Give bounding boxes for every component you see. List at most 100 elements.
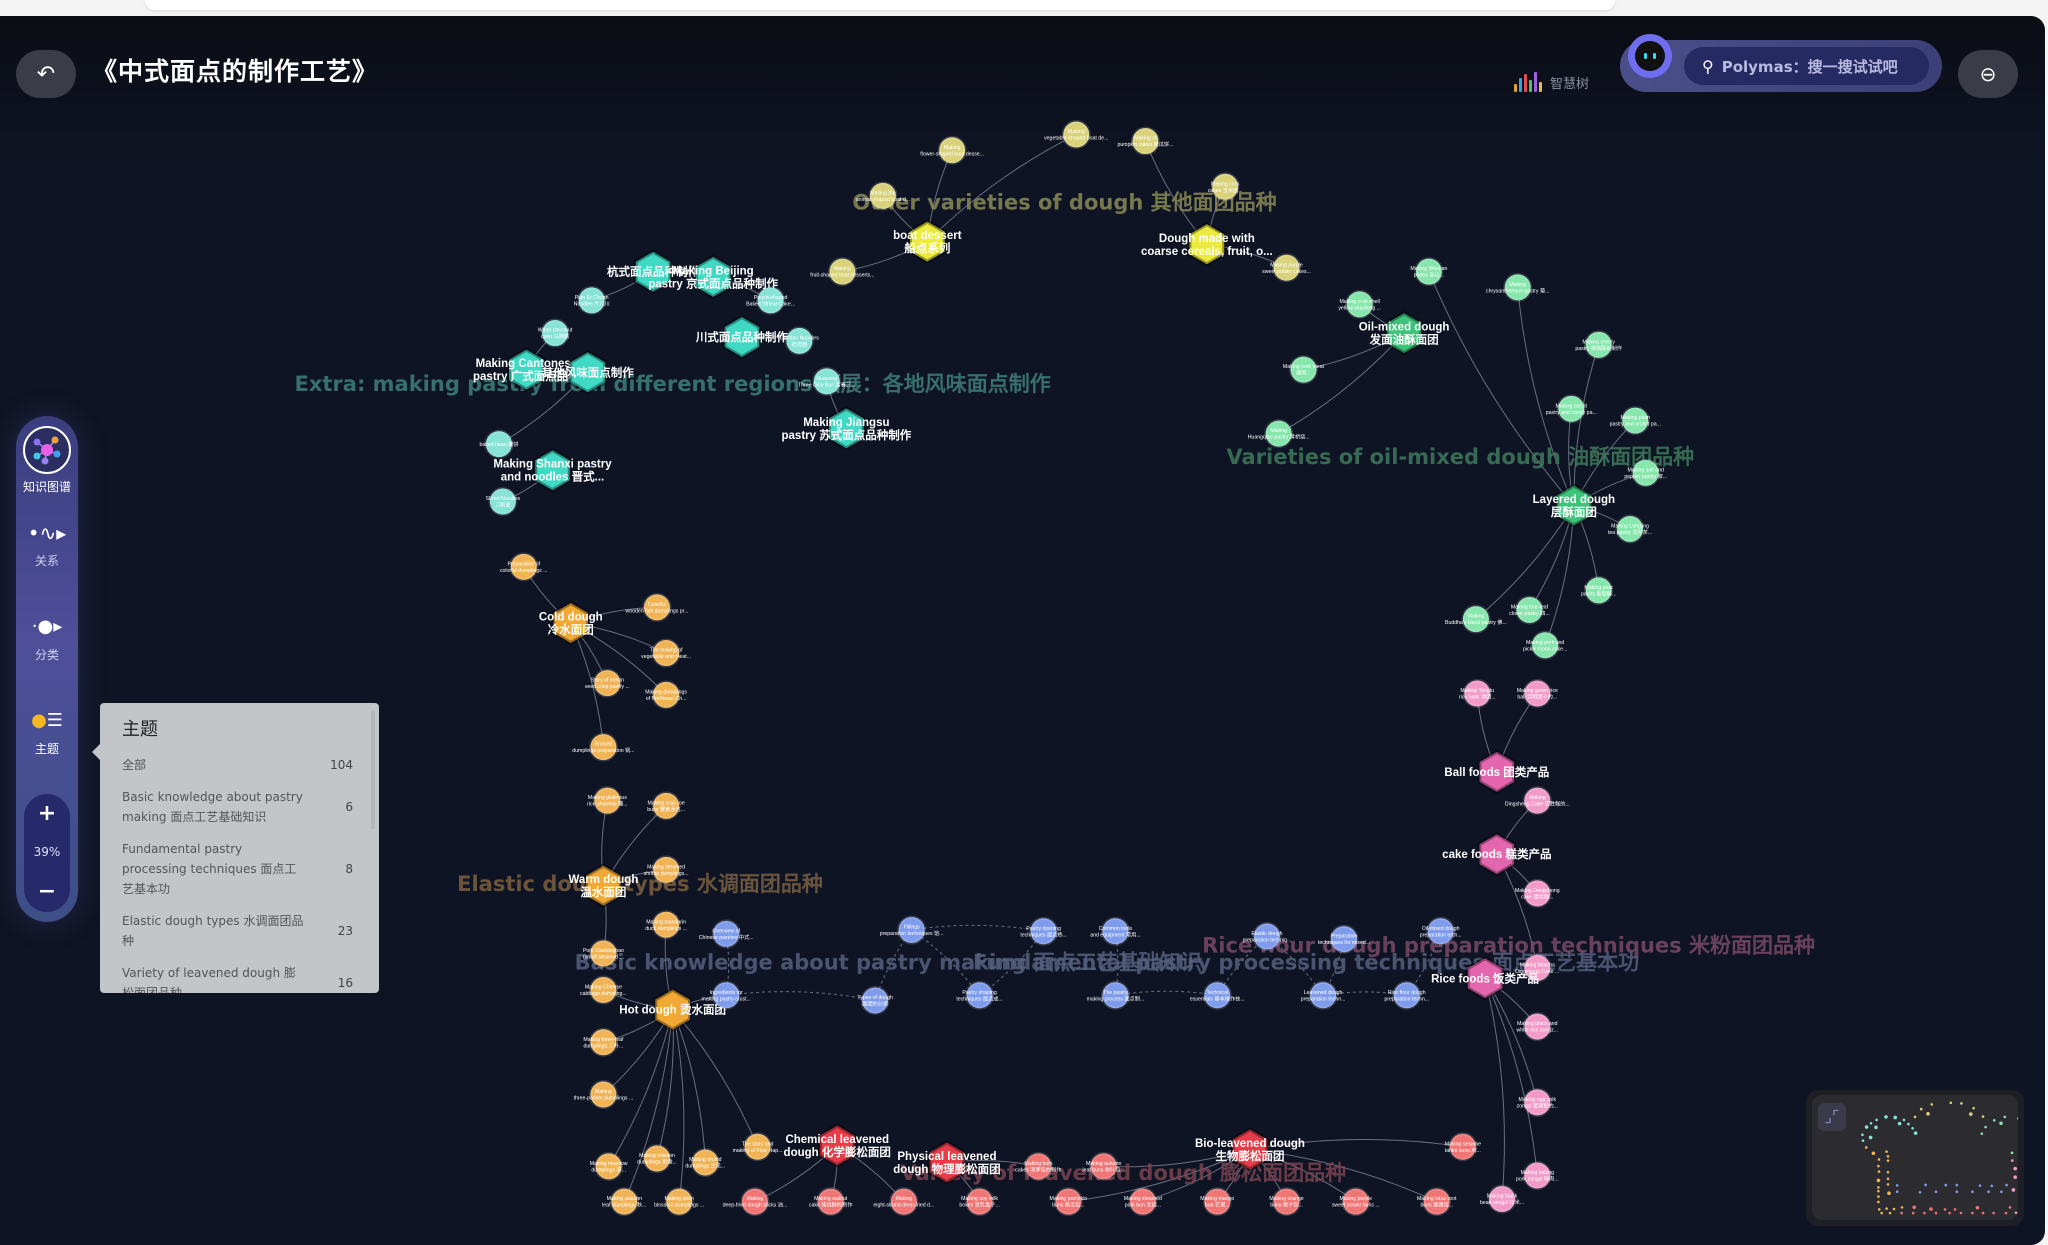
leaf-node[interactable]: Making green rice ball 清明团子的...	[1517, 679, 1558, 709]
exit-button[interactable]: ⊖	[1958, 50, 2018, 98]
topic-item[interactable]: Basic knowledge about pastry making 面点工艺…	[100, 781, 379, 833]
leaf-node[interactable]: Making crab shell yellow shaobing ...	[1338, 289, 1381, 319]
leaf-node[interactable]: Making sesame tahini buns 麻...	[1445, 1132, 1481, 1162]
leaf-node[interactable]: baked naan 馕饼	[479, 429, 518, 459]
leaf-node[interactable]: Braised dumplings preparation 锅...	[572, 732, 635, 762]
leaf-node[interactable]: Making Wushan pastry 巫山...	[1410, 257, 1448, 287]
leaf-node[interactable]: Types of dough 面团的分类	[857, 985, 893, 1015]
leaf-node[interactable]: Leavened dough preparation techn...	[1301, 980, 1346, 1010]
leaf-node[interactable]: Making Buddha's Hand pastry 佛...	[1445, 604, 1507, 634]
leaf-node[interactable]: Making three-pocket dumplings ...	[574, 1080, 634, 1110]
leaf-node[interactable]: Overview of Chinese pastries 中式...	[699, 919, 754, 949]
topic-item-all[interactable]: 全部 104	[100, 749, 379, 781]
leaf-node[interactable]: Making glutinous rice shaomai 糯...	[587, 786, 628, 816]
hub-node[interactable]: Chemical leavened dough 化学膨松面团	[784, 1123, 891, 1168]
leaf-node[interactable]: Making plum blossom dumplings ...	[654, 1187, 704, 1217]
leaf-node[interactable]: Making dumplings of Northeast Ch...	[645, 680, 687, 710]
search-input[interactable]: ⚲ Polymas：搜一搜试试吧	[1684, 47, 1929, 85]
leaf-node[interactable]: Making purple sweet potato buns ...	[1332, 1187, 1380, 1217]
leaf-node[interactable]: Making pork and pickle moon cake...	[1523, 630, 1567, 660]
leaf-node[interactable]: Preparation of colorful dumplings ...	[500, 552, 548, 582]
leaf-node[interactable]: Making pork meat 猪肉...	[1283, 355, 1325, 385]
leaf-node[interactable]: Fillings preparation techniques 馅...	[880, 915, 944, 945]
leaf-node[interactable]: Colorful wooden fish dumplings pr...	[626, 592, 689, 622]
leaf-node[interactable]: Making soy milk boxes 豆乳盒子...	[959, 1187, 1000, 1217]
zoom-in-button[interactable]: +	[24, 794, 70, 833]
hub-node[interactable]: Making Jiangsu pastry 苏式面点品种制作	[782, 406, 912, 451]
hub-node[interactable]: Dough made with coarse cereals, fruit, o.…	[1141, 221, 1273, 267]
leaf-node[interactable]: Making of pumpkin cakes 南瓜饼...	[1118, 126, 1174, 156]
minimap-node	[2013, 1166, 2017, 1171]
leaf-node[interactable]: Pastry ripening techniques 面点熟...	[1020, 916, 1067, 946]
leaf-node[interactable]: Making plum pastry and orchid pa...	[1610, 406, 1661, 436]
leaf-node[interactable]: Technical essentials 基本操作技...	[1190, 980, 1245, 1010]
leaf-node[interactable]: Making steamed pork bun 叉烧...	[1124, 1187, 1162, 1217]
topic-item[interactable]: Elastic dough types 水调面团品种 23	[100, 905, 379, 957]
leaf-node[interactable]: The story and making of Four Hap...	[733, 1132, 783, 1162]
leaf-node[interactable]: Making three-leaf dumplings 三叶...	[583, 1027, 624, 1057]
minimap[interactable]: ⌟⌜	[1806, 1090, 2024, 1226]
topic-item[interactable]: Variety of leavened dough 膨松面团品种 16	[100, 957, 379, 993]
leaf-node[interactable]: Making Chinese cabbage dumpling...	[580, 975, 627, 1005]
back-button[interactable]: ↶	[16, 50, 76, 98]
knowledge-graph-canvas[interactable]: Other varieties of dough 其他面团品种Extra: ma…	[0, 16, 2045, 1245]
leaf-node[interactable]: Making chrysanthemum pastry 菊...	[1486, 272, 1549, 302]
topic-count: 104	[330, 758, 353, 772]
leaf-node[interactable]: Making lotus root buns 莲藕包...	[1417, 1187, 1457, 1217]
robot-assistant-icon[interactable]	[1628, 34, 1672, 78]
leaf-node[interactable]: Making mandarin duck dumplings ...	[645, 910, 687, 940]
panel-scrollbar[interactable]	[371, 711, 375, 829]
leaf-node[interactable]: Making vegetable-shaped boat de...	[1044, 120, 1108, 150]
hub-node[interactable]: Layered dough 层酥面团	[1533, 483, 1615, 528]
leaf-node[interactable]: Making cherry pastry 樱桃酥的制作	[1575, 330, 1622, 360]
leaf-node[interactable]: Making baking pork zongzi 鲜肉...	[1516, 1161, 1559, 1191]
leaf-node[interactable]: Sliced Noodles 刀削面	[486, 487, 521, 517]
sidebar-item-knowledge-graph[interactable]: 知识图谱	[16, 426, 78, 495]
hub-node[interactable]: Cold dough 冷水面团	[539, 600, 603, 646]
leaf-node[interactable]: Making deep-fried dough sticks 油...	[723, 1187, 788, 1217]
topic-item[interactable]: Fundamental pastry processing techniques…	[100, 833, 379, 905]
leaf-node[interactable]: Rice flour dough preparation techn...	[1384, 980, 1429, 1010]
leaf-node[interactable]: Making Dingsheng Cake 定胜糕的...	[1505, 786, 1570, 816]
leaf-node[interactable]: Making mango bun 芒果...	[1200, 1187, 1234, 1217]
sidebar-item-relation[interactable]: •∿▸ 关系	[16, 518, 78, 569]
sidebar-item-category[interactable]: ·●▸ 分类	[16, 612, 78, 663]
leaf-node[interactable]: Pian Er Chuan Noodles 片儿川	[574, 285, 610, 315]
leaf-node[interactable]: The pastry making process 面点制...	[1087, 980, 1145, 1010]
hub-node[interactable]: 川式面点品种制作	[695, 314, 788, 360]
leaf-node[interactable]: Water chestnut cake 马蹄糕	[538, 318, 573, 348]
leaf-node[interactable]: Making flower-shaped boat desse...	[920, 135, 984, 165]
leaf-node[interactable]: Making purple sweet potato cakes...	[1262, 253, 1311, 283]
leaf-node[interactable]: Making carrot pastry and candy pa...	[1546, 394, 1597, 424]
leaf-node[interactable]: Making eight-strand deep-fried d...	[873, 1187, 934, 1217]
leaf-node[interactable]: Making orange buns 橙子包...	[1269, 1187, 1304, 1217]
hub-node[interactable]: boat dessert 船点系列	[893, 219, 962, 264]
leaf-node[interactable]: Making crab roe buns 蟹黄汤包...	[647, 791, 685, 821]
leaf-node[interactable]: Making four-leaf clover pastry 四...	[1509, 595, 1550, 625]
leaf-node[interactable]: Pastry shaping techniques 面点成...	[956, 980, 1003, 1010]
leaf-node[interactable]: Common tools and equipment 常用...	[1090, 916, 1141, 946]
leaf-node[interactable]: The making of vegetable and meat...	[641, 638, 691, 668]
zoom-out-button[interactable]: −	[24, 872, 70, 911]
leaf-node[interactable]: Making walnut cake 核桃酥的制作	[809, 1187, 853, 1217]
leaf-node[interactable]: Making mission dumplings 鸳鸯...	[637, 1144, 677, 1174]
leaf-node[interactable]: Story of melon seed crisp pastry ...	[585, 668, 630, 698]
leaf-node[interactable]: Making Huangqiao pastry 黄桥烧...	[1248, 419, 1310, 449]
collapse-minimap-button[interactable]: ⌟⌜	[1818, 1103, 1846, 1131]
hub-node[interactable]: Making Shanxi pastry and noodles 晋式...	[493, 447, 612, 493]
sidebar-item-topic[interactable]: ●☰ 主题	[16, 706, 78, 757]
hub-node[interactable]: Oil-mixed dough 发面油酥面团	[1359, 310, 1450, 356]
leaf-node[interactable]: Making pear pastry 梨型酥...	[1581, 575, 1616, 605]
leaf-node[interactable]: Making Dangshong cake 蛋烘糕...	[1515, 878, 1560, 908]
leaf-node[interactable]: Making fruit-shaped boat desserts...	[810, 257, 875, 287]
hub-node[interactable]: Ball foods 团类产品	[1444, 749, 1549, 795]
leaf-node[interactable]: Making egg yolk zongzi 蛋黄粽的...	[1517, 1087, 1559, 1117]
leaf-node[interactable]: Making black bean zongzi 乌米...	[1480, 1184, 1524, 1214]
leaf-node[interactable]: Making black and white rice zongz...	[1517, 1012, 1559, 1042]
hub-node[interactable]: cake foods 糕类产品	[1442, 831, 1551, 877]
leaf-node[interactable]: Making autumn leaf dumplings 秋...	[602, 1187, 647, 1217]
leaf-node[interactable]: Making orchid dumplings 兰花...	[685, 1147, 725, 1177]
leaf-node[interactable]: Making meadow dumplings 草...	[590, 1151, 628, 1181]
leaf-node[interactable]: Making pumpkin buns 南瓜包...	[1050, 1187, 1088, 1217]
leaf-node[interactable]: Making Tangtu rice balls 汤团...	[1459, 679, 1496, 709]
